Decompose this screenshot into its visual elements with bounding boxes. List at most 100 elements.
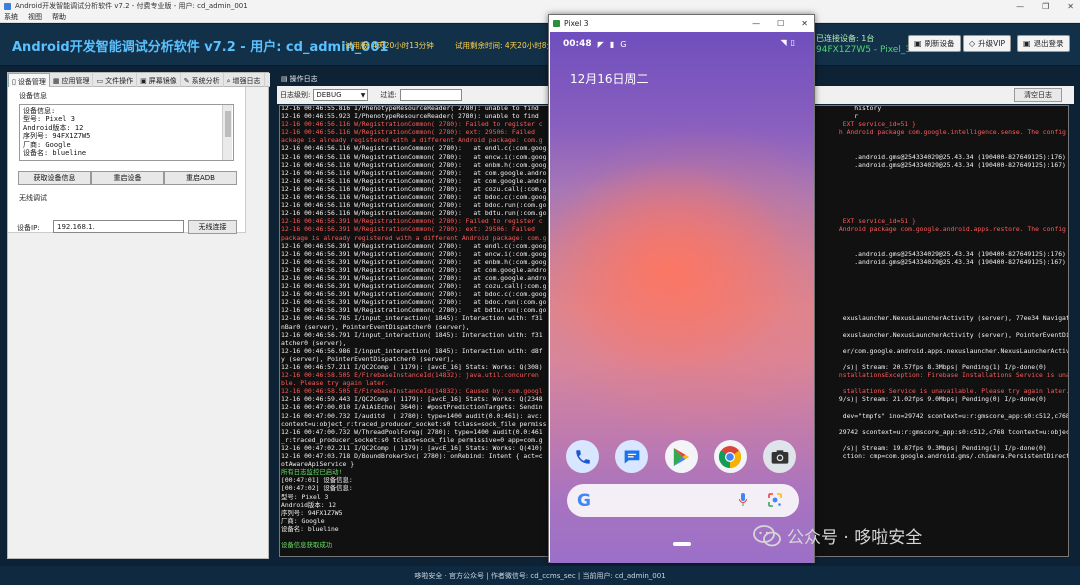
wechat-watermark: 公众号 · 哆啦安全 — [753, 523, 922, 548]
phone-app-icon[interactable] — [566, 440, 599, 473]
upgrade-vip-button[interactable]: ◇ 升级VIP — [963, 35, 1012, 52]
device-panel: 设备信息 设备信息: 型号: Pixel 3 Android版本: 12 序列号… — [8, 87, 246, 234]
phone-clock: 00:48 — [563, 39, 592, 49]
search-icon: ⌕ — [226, 76, 231, 85]
get-device-info-button[interactable]: 获取设备信息 — [18, 171, 91, 185]
header-banner: Android开发智能调试分析软件 v7.2 - 用户: cd_admin_00… — [0, 24, 1080, 66]
tab-label: 增强日志 — [232, 77, 261, 85]
wechat-icon — [753, 524, 781, 546]
phone-window-titlebar: Pixel 3 — ☐ ✕ — [549, 15, 814, 32]
phone-window-title: Pixel 3 — [564, 19, 589, 28]
device-info-scrollbar[interactable] — [222, 105, 232, 160]
messages-app-icon[interactable] — [615, 440, 649, 473]
watermark-text: 公众号 · 哆啦安全 — [787, 528, 923, 548]
phone-window-controls: — ☐ ✕ — [752, 15, 808, 32]
tab-label: 屏幕镜像 — [148, 77, 177, 85]
minimize-icon[interactable]: — — [1016, 2, 1024, 11]
play-store-icon[interactable] — [664, 440, 698, 473]
home-date[interactable]: 12月16日周二 — [570, 70, 649, 87]
info-line: 厂商: Google — [23, 140, 71, 149]
wireless-connect-button[interactable]: 无线连接 — [188, 220, 237, 234]
app-dock — [566, 440, 796, 476]
menu-system[interactable]: 系统 — [4, 12, 18, 22]
tab-label: 系统分析 — [191, 77, 220, 85]
refresh-icon: ▣ — [914, 39, 922, 48]
filter-label: 过滤: — [380, 91, 397, 99]
tab-file-ops[interactable]: ▭ 文件操作 — [93, 73, 138, 87]
info-line: Android版本: 12 — [23, 123, 84, 132]
log-level-label: 日志级别: — [280, 91, 311, 99]
tab-screen-mirror[interactable]: ▣ 屏幕镜像 — [137, 73, 181, 87]
restart-adb-button[interactable]: 重启ADB — [164, 171, 237, 185]
minimize-icon[interactable]: — — [752, 19, 760, 28]
device-info-group-label: 设备信息 — [19, 92, 47, 100]
wrench-icon: ✎ — [183, 77, 190, 85]
phone-screen[interactable]: 00:48 ◤ ▮ G ◥ ▯ 12月16日周二 G — [550, 32, 814, 563]
window-titlebar: Android开发智能调试分析软件 v7.2 - 付费专业版 - 用户: cd_… — [0, 0, 1080, 12]
maximize-icon[interactable]: ☐ — [777, 19, 784, 28]
upgrade-label: 升级VIP — [978, 39, 1006, 48]
trial-label: 试用版: 4天20小时13分钟 — [345, 41, 434, 50]
app-icon — [4, 2, 11, 10]
telegram-icon: ◤ — [597, 39, 604, 49]
connected-count: 已连接设备: 1台 — [816, 34, 875, 43]
diamond-icon: ◇ — [969, 39, 976, 48]
device-ip-input[interactable]: 192.168.1. — [53, 220, 184, 233]
status-right-icons: ◥ ▯ — [780, 38, 795, 47]
reboot-device-button[interactable]: 重启设备 — [91, 171, 164, 185]
folder-icon: ▭ — [96, 77, 104, 85]
device-info-textbox[interactable]: 设备信息: 型号: Pixel 3 Android版本: 12 序列号: 94F… — [19, 104, 234, 161]
ops-log-title: 操作日志 — [289, 75, 318, 83]
maximize-icon[interactable]: ❐ — [1042, 2, 1049, 11]
logout-button[interactable]: ▣ 退出登录 — [1017, 35, 1070, 52]
home-gesture-pill[interactable] — [673, 542, 691, 546]
tab-device-manage[interactable]: ▯ 设备管理 — [8, 73, 50, 87]
google-search-bar[interactable]: G — [567, 484, 799, 517]
left-panel: ▯ 设备管理 ▦ 应用管理 ▭ 文件操作 ▣ 屏幕镜像 ✎ 系统分析 ⌕ 增强日志 设备信息… — [7, 72, 270, 559]
lock-icon: ▮ — [609, 39, 615, 49]
scrcpy-icon — [553, 20, 560, 27]
tab-label: 应用管理 — [61, 77, 90, 85]
scrollbar-thumb[interactable] — [225, 111, 231, 137]
filter-input[interactable] — [399, 89, 462, 101]
menu-help[interactable]: 帮助 — [52, 12, 66, 22]
wireless-debug-label: 无线调试 — [19, 194, 47, 202]
wifi-icon: ◥ — [780, 38, 787, 47]
clear-log-button[interactable]: 清空日志 — [1014, 88, 1062, 102]
log-level-value: DEBUG — [316, 91, 342, 99]
device-icon: ▯ — [12, 77, 16, 86]
camera-app-icon[interactable] — [763, 440, 796, 473]
mic-icon[interactable] — [739, 493, 747, 507]
close-icon[interactable]: ✕ — [1067, 2, 1074, 11]
log-icon: ▤ — [281, 75, 288, 83]
window-title: Android开发智能调试分析软件 v7.2 - 付费专业版 - 用户: cd_… — [15, 2, 248, 10]
phone-status-bar: 00:48 ◤ ▮ G ◥ ▯ — [563, 38, 803, 50]
log-level-select[interactable]: DEBUG ▼ — [313, 89, 369, 101]
trial-remaining-label: 试用剩余时间: 4天20小时8分 — [455, 41, 549, 50]
info-line: 设备名: blueline — [23, 149, 87, 158]
menu-view[interactable]: 视图 — [28, 12, 42, 22]
chevron-down-icon: ▼ — [360, 92, 366, 99]
google-notify-icon: G — [620, 39, 627, 49]
tab-app-manage[interactable]: ▦ 应用管理 — [50, 73, 94, 87]
apps-icon: ▦ — [52, 77, 60, 85]
refresh-label: 刷新设备 — [924, 39, 955, 48]
tab-label: 文件操作 — [105, 77, 134, 85]
tab-enhanced-log[interactable]: ⌕ 增强日志 — [224, 73, 265, 87]
google-logo-icon: G — [577, 490, 591, 511]
window-controls: — ❐ ✕ — [1016, 0, 1074, 12]
refresh-device-button[interactable]: ▣ 刷新设备 — [908, 35, 961, 52]
logout-label: 退出登录 — [1033, 39, 1064, 48]
tab-system-analysis[interactable]: ✎ 系统分析 — [181, 73, 224, 87]
menu-bar: 系统 视图 帮助 — [0, 12, 1080, 23]
app-window: Android开发智能调试分析软件 v7.2 - 付费专业版 - 用户: cd_… — [0, 0, 1080, 585]
footer-bar: 哆啦安全 · 官方公众号 | 作者微信号: cd_ccms_sec | 当前用户… — [0, 566, 1080, 585]
info-line: 型号: Pixel 3 — [23, 115, 75, 124]
tab-bar: ▯ 设备管理 ▦ 应用管理 ▭ 文件操作 ▣ 屏幕镜像 ✎ 系统分析 ⌕ 增强日志 — [8, 73, 270, 87]
logout-icon: ▣ — [1023, 39, 1031, 48]
tab-label: 设备管理 — [17, 77, 46, 86]
close-icon[interactable]: ✕ — [801, 19, 808, 28]
google-lens-icon[interactable] — [767, 492, 783, 508]
chrome-icon[interactable] — [713, 440, 747, 473]
connected-device: 94FX1Z7W5 - Pixel_3 — [816, 45, 912, 55]
